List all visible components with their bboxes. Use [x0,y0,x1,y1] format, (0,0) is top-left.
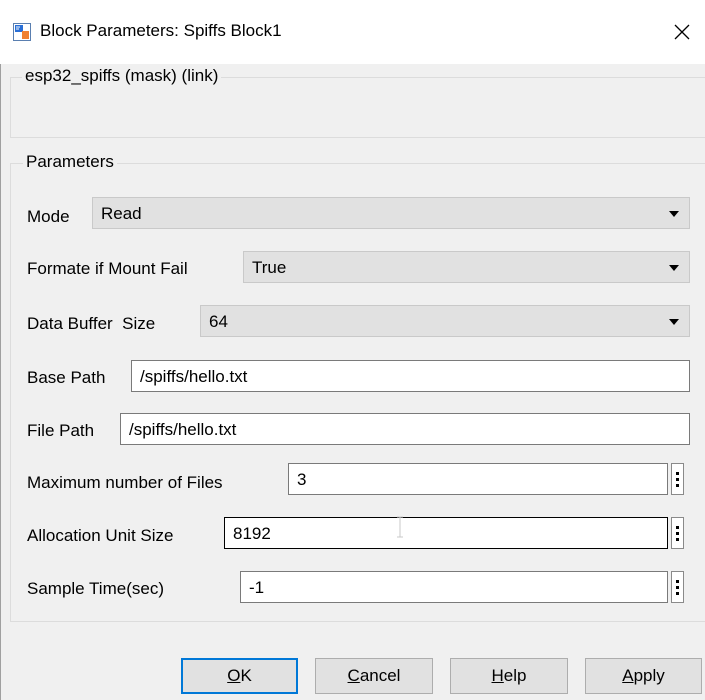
base-path-input[interactable]: /spiffs/hello.txt [131,360,690,392]
buffer-size-select[interactable]: 64 [200,305,690,337]
ok-button-mnemonic: O [227,666,241,685]
window-title: Block Parameters: Spiffs Block1 [40,21,282,40]
block-parameters-icon [13,23,31,41]
base-path-value: /spiffs/hello.txt [140,367,248,386]
chevron-down-icon [669,211,679,217]
mode-label: Mode [27,207,70,226]
apply-button-label: pply [633,666,665,685]
format-on-fail-select[interactable]: True [243,251,690,283]
ok-button-label: K [240,666,252,685]
help-button-label: elp [503,666,527,685]
close-icon [674,24,690,40]
max-files-label: Maximum number of Files [27,473,223,492]
parameters-group [10,163,705,622]
alloc-unit-input[interactable]: 8192 [224,517,668,549]
chevron-down-icon [669,265,679,271]
apply-button[interactable]: Apply [585,658,702,694]
sample-time-value: -1 [249,578,265,597]
sample-time-label: Sample Time(sec) [27,579,164,598]
mask-description-group [10,77,705,138]
format-on-fail-label: Formate if Mount Fail [27,259,188,278]
cancel-button-mnemonic: C [347,666,360,685]
max-files-input[interactable]: 3 [288,463,668,495]
chevron-down-icon [669,319,679,325]
format-on-fail-select-value: True [252,258,287,277]
parameters-group-title: Parameters [23,152,117,172]
file-path-label: File Path [27,421,95,440]
mode-select-value: Read [101,204,142,223]
sample-time-options-button[interactable] [671,571,684,603]
title-bar: Block Parameters: Spiffs Block1 [0,0,705,64]
help-button[interactable]: Help [450,658,568,694]
ok-button[interactable]: OK [181,658,298,694]
mode-select[interactable]: Read [92,197,690,229]
buffer-size-label: Data Buffer Size [27,314,156,333]
text-cursor-icon [397,516,403,538]
close-button[interactable] [662,14,702,50]
window-border [0,64,1,700]
file-path-input[interactable]: /spiffs/hello.txt [120,413,690,445]
cancel-button[interactable]: Cancel [315,658,433,694]
max-files-value: 3 [297,470,307,489]
base-path-label: Base Path [27,368,106,387]
alloc-unit-label: Allocation Unit Size [27,526,174,545]
max-files-options-button[interactable] [671,463,684,495]
alloc-unit-value: 8192 [233,524,271,543]
help-button-mnemonic: H [491,666,504,685]
cancel-button-label: ancel [359,666,401,685]
file-path-value: /spiffs/hello.txt [129,420,237,439]
buffer-size-select-value: 64 [209,312,228,331]
apply-button-mnemonic: A [622,666,634,685]
sample-time-input[interactable]: -1 [240,571,668,603]
alloc-unit-options-button[interactable] [671,517,684,549]
mask-description-title: esp32_spiffs (mask) (link) [22,66,222,86]
